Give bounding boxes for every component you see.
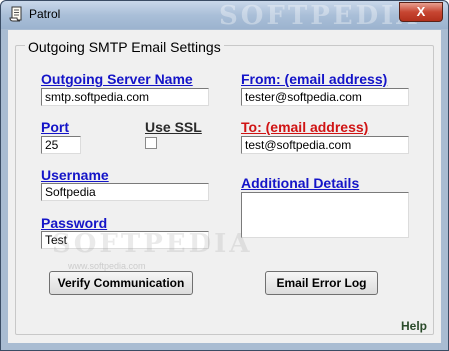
use-ssl-checkbox[interactable] — [145, 137, 157, 149]
client-area: Outgoing SMTP Email Settings Outgoing Se… — [8, 30, 441, 343]
verify-communication-button[interactable]: Verify Communication — [49, 271, 193, 295]
additional-details-textarea[interactable] — [241, 192, 409, 238]
from-label: From: (email address) — [241, 71, 388, 87]
additional-details-label: Additional Details — [241, 175, 360, 191]
app-window: Patrol SOFTPEDIA X Outgoing SMTP Email S… — [0, 0, 449, 351]
help-link[interactable]: Help — [401, 319, 427, 333]
watermark-main: SOFTPEDIA — [52, 229, 253, 259]
scroll-document-icon — [8, 6, 24, 22]
from-input[interactable]: tester@softpedia.com — [241, 88, 409, 106]
username-label: Username — [41, 167, 109, 183]
watermark-top: SOFTPEDIA — [219, 1, 420, 31]
outgoing-server-input[interactable]: smtp.softpedia.com — [41, 88, 209, 106]
to-input[interactable]: test@softpedia.com — [241, 136, 409, 154]
watermark-sub: www.softpedia.com — [68, 261, 146, 271]
use-ssl-label: Use SSL — [145, 119, 202, 135]
title-bar[interactable]: Patrol SOFTPEDIA X — [1, 1, 448, 31]
close-icon: X — [416, 4, 426, 19]
close-button[interactable]: X — [399, 2, 443, 22]
outgoing-server-label: Outgoing Server Name — [41, 71, 193, 87]
username-input[interactable]: Softpedia — [41, 183, 209, 201]
group-title: Outgoing SMTP Email Settings — [25, 39, 224, 55]
port-input[interactable]: 25 — [41, 136, 81, 154]
email-error-log-button[interactable]: Email Error Log — [265, 271, 378, 295]
window-title: Patrol — [29, 7, 61, 21]
to-label: To: (email address) — [241, 119, 369, 135]
port-label: Port — [41, 119, 69, 135]
